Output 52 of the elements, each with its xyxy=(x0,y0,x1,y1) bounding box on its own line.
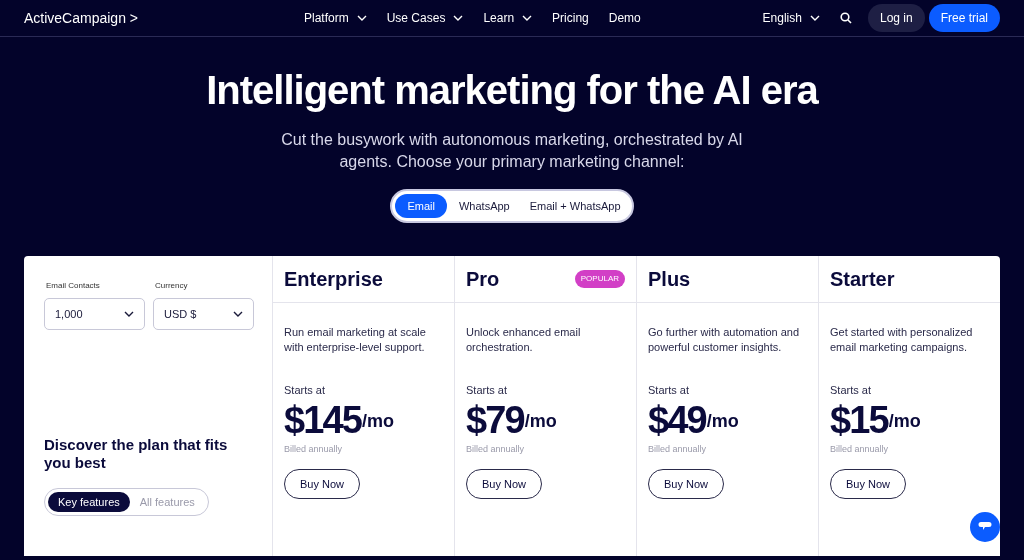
chevron-down-icon xyxy=(233,311,243,317)
dropdown-field[interactable]: 1,000 xyxy=(44,298,145,330)
plan-name: Plus xyxy=(648,267,691,292)
free-trial-button[interactable]: Free trial xyxy=(928,4,1000,32)
plan-price: $15 xyxy=(830,398,888,441)
hero-title: Intelligent marketing for the AI era xyxy=(206,67,818,114)
starts-at-label: Starts at xyxy=(284,383,325,398)
price-unit: /mo xyxy=(524,410,557,431)
billing-note: Billed annually xyxy=(466,442,525,456)
dropdown-field[interactable]: USD $ xyxy=(153,298,254,330)
hero-subtitle: Cut the busywork with autonomous marketing, orchestrated by AI agents. Choose your primary marketing channel: xyxy=(280,130,744,172)
language-selector[interactable]: English xyxy=(762,9,820,27)
plan-description: Get started with personalized email marketing campaigns. xyxy=(830,325,974,355)
plan-description: Go further with automation and powerful customer insights. xyxy=(648,325,801,355)
channel-tab[interactable]: Email xyxy=(395,194,447,218)
channel-tab[interactable]: Email + WhatsApp xyxy=(521,194,629,218)
plan-name: Starter xyxy=(830,267,895,292)
channel-tab[interactable]: WhatsApp xyxy=(451,194,518,218)
starts-at-label: Starts at xyxy=(830,383,871,398)
login-button[interactable]: Log in xyxy=(867,4,925,32)
nav-link[interactable]: Platform xyxy=(304,9,367,27)
starts-at-label: Starts at xyxy=(648,383,689,398)
plan-description: Unlock enhanced email orchestration. xyxy=(466,325,582,355)
plan-name: Enterprise xyxy=(284,267,383,292)
popular-badge: POPULAR xyxy=(574,270,625,288)
nav-link[interactable]: Use Cases xyxy=(386,9,464,27)
price-unit: /mo xyxy=(361,410,394,431)
price-unit: /mo xyxy=(706,410,739,431)
billing-note: Billed annually xyxy=(648,442,707,456)
plan-price: $145 xyxy=(284,398,361,441)
plan-name: Pro xyxy=(466,267,500,292)
chevron-down-icon xyxy=(356,15,367,21)
search-icon[interactable] xyxy=(839,12,852,24)
starts-at-label: Starts at xyxy=(466,383,507,398)
nav-link[interactable]: Pricing xyxy=(552,9,589,27)
chevron-down-icon xyxy=(809,15,820,21)
plan-description: Run email marketing at scale with enterprise-level support. xyxy=(284,325,427,355)
chevron-down-icon xyxy=(124,311,134,317)
nav-link[interactable]: Demo xyxy=(608,9,641,27)
chevron-down-icon xyxy=(522,15,533,21)
field-label: Email Contacts xyxy=(45,280,101,292)
nav-link[interactable]: Learn xyxy=(483,9,533,27)
discover-heading: Discover the plan that fits you best xyxy=(44,436,229,472)
billing-note: Billed annually xyxy=(830,442,889,456)
billing-note: Billed annually xyxy=(284,442,343,456)
price-unit: /mo xyxy=(888,410,921,431)
chevron-down-icon xyxy=(453,15,464,21)
field-label: Currency xyxy=(154,280,189,292)
feature-tab[interactable]: Key features xyxy=(48,492,130,512)
logo[interactable]: ActiveCampaign > xyxy=(24,7,274,29)
plan-price: $79 xyxy=(466,398,524,441)
plan-price: $49 xyxy=(648,398,706,441)
